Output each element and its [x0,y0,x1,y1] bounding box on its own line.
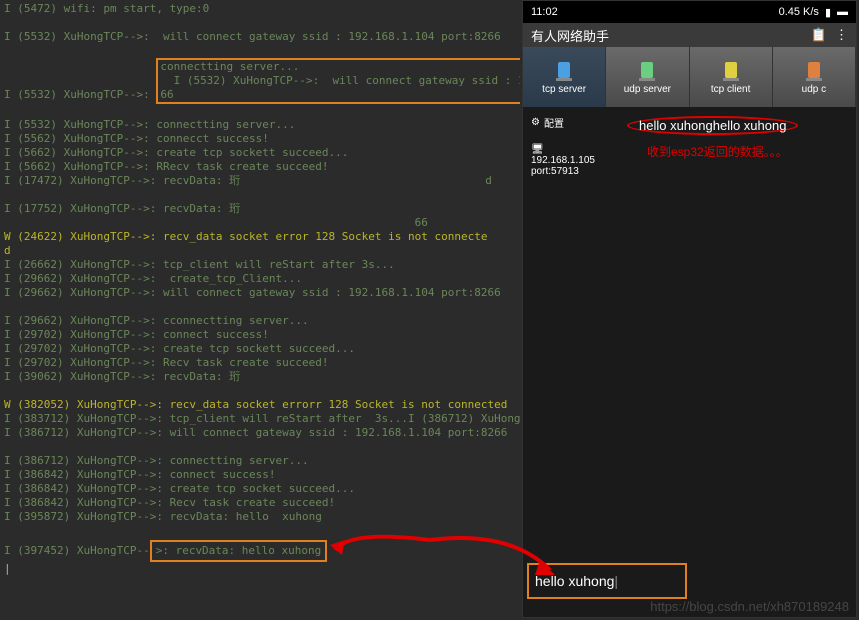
response-area: hello xuhonghello xuhong 收到esp32返回的数据。。。 [623,111,852,164]
battery-icon: ▬ [837,6,848,18]
watermark: https://blog.csdn.net/xh870189248 [650,599,849,614]
terminal-pane: I (5472) wifi: pm start, type:0 I (5532)… [0,0,520,620]
server-icon [719,60,743,82]
client-ip: 192.168.1.105 [531,155,613,166]
tab-udp-c[interactable]: udp c [773,47,856,107]
app-title: 有人网络助手 [531,26,609,45]
status-bar: 11:02 0.45 K/s ▮ ▬ [523,1,856,23]
tab-tcp-client[interactable]: tcp client [690,47,773,107]
tab-label: udp c [802,84,826,95]
client-info[interactable]: 🖥 192.168.1.105 port:57913 [527,140,617,181]
input-value: hello xuhong [535,573,614,589]
tab-bar: tcp server udp server tcp client udp c [523,47,856,107]
tab-label: udp server [624,84,671,95]
gear-icon: ⚙ [531,117,540,128]
status-time: 11:02 [531,6,558,18]
tab-tcp-server[interactable]: tcp server [523,47,606,107]
app-titlebar: 有人网络助手 📋 ⋮ [523,23,856,47]
server-icon [552,60,576,82]
tab-label: tcp server [542,84,586,95]
signal-icon: ▮ [825,6,831,19]
config-button[interactable]: ⚙ 配置 [527,111,617,134]
response-text: hello xuhonghello xuhong [627,116,798,135]
content-area: ⚙ 配置 🖥 192.168.1.105 port:57913 hello xu… [523,107,856,617]
computer-icon: 🖥 [531,144,613,155]
server-icon [802,60,826,82]
server-icon [635,60,659,82]
menu-icon[interactable]: 📋 [811,27,827,43]
phone-screen: 11:02 0.45 K/s ▮ ▬ 有人网络助手 📋 ⋮ tcp server… [522,0,857,618]
status-speed: 0.45 K/s [779,6,819,18]
config-label: 配置 [544,115,564,130]
sidebar: ⚙ 配置 🖥 192.168.1.105 port:57913 [527,111,617,181]
message-input[interactable]: hello xuhong| [527,563,687,599]
tab-udp-server[interactable]: udp server [606,47,689,107]
annotation-note: 收到esp32返回的数据。。。 [647,143,848,160]
client-port: port:57913 [531,166,613,177]
overflow-icon[interactable]: ⋮ [835,27,848,43]
tab-label: tcp client [711,84,750,95]
